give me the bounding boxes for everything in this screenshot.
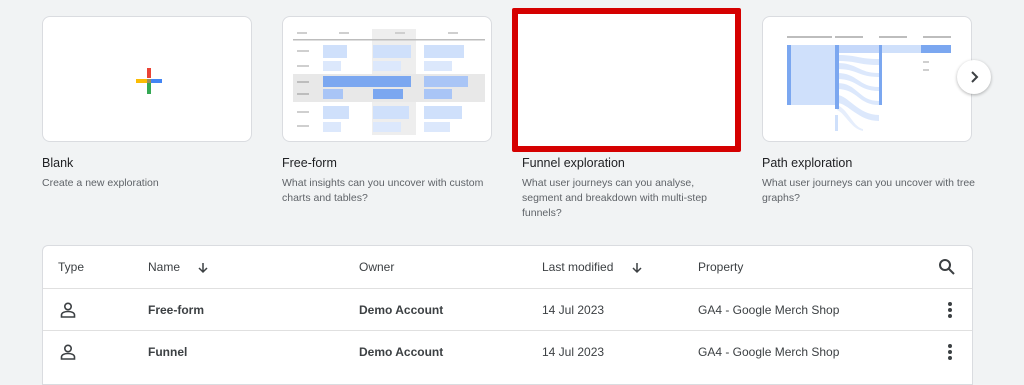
sort-down-arrow-icon [632,262,642,273]
more-vert-icon[interactable] [944,300,956,320]
explorations-table: Type Name Owner Last modified Property F… [42,245,973,385]
template-desc-free-form: What insights can you uncover with custo… [282,177,484,204]
carousel-next-button[interactable] [957,60,991,94]
person-icon [60,302,76,318]
path-thumbnail [787,36,951,131]
template-desc-path: What user journeys can you uncover with … [762,177,976,204]
template-card-blank[interactable] [42,16,252,142]
table-row[interactable]: Funnel Demo Account 14 Jul 2023 GA4 - Go… [43,330,972,373]
template-title-funnel: Funnel exploration [522,156,625,170]
table-row[interactable]: Free-form Demo Account 14 Jul 2023 GA4 -… [43,288,972,331]
template-title-free-form: Free-form [282,156,337,170]
header-type: Type [58,260,85,274]
template-title-blank: Blank [42,156,74,170]
template-card-path-exploration[interactable] [762,16,972,142]
row-last-modified: 14 Jul 2023 [542,345,605,359]
header-owner: Owner [359,260,395,274]
more-vert-icon[interactable] [944,342,956,362]
row-name[interactable]: Free-form [148,289,204,331]
header-last-modified-label: Last modified [542,260,614,274]
row-name[interactable]: Funnel [148,331,187,373]
template-desc-funnel: What user journeys can you analyse, segm… [522,177,708,219]
header-name[interactable]: Name [148,246,209,288]
row-last-modified: 14 Jul 2023 [542,303,605,317]
row-owner: Demo Account [359,345,444,359]
funnel-thumbnail [535,49,723,138]
header-last-modified[interactable]: Last modified [542,246,643,288]
row-owner: Demo Account [359,303,444,317]
hand-cursor-icon [697,121,710,138]
chevron-right-icon [971,71,979,83]
template-card-funnel-exploration[interactable] [522,16,732,142]
search-icon[interactable] [938,258,956,276]
table-header: Type Name Owner Last modified Property [43,246,972,288]
header-property: Property [698,260,744,274]
person-icon [60,344,76,360]
template-title-path: Path exploration [762,156,853,170]
row-property: GA4 - Google Merch Shop [698,303,840,317]
sort-down-arrow-icon [198,262,208,273]
free-form-thumbnail [293,29,485,135]
template-card-free-form[interactable] [282,16,492,142]
row-property: GA4 - Google Merch Shop [698,345,840,359]
template-desc-blank: Create a new exploration [42,177,159,189]
plus-icon [136,68,162,94]
header-name-label: Name [148,260,181,274]
